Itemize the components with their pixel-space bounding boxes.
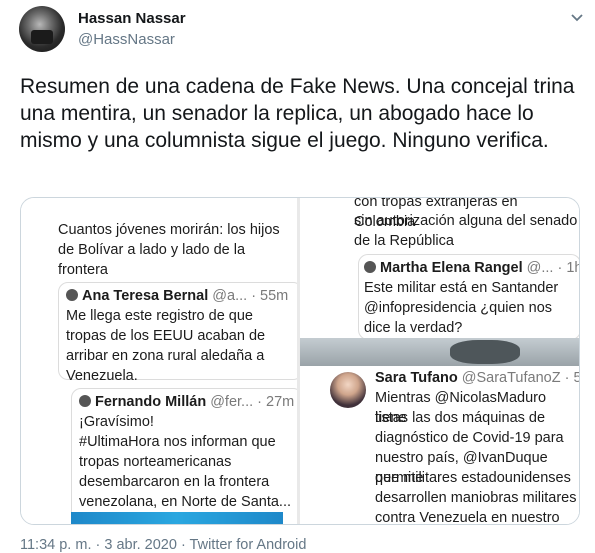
avatar[interactable] [19, 6, 65, 52]
screenshot-sara-tufano: Sara Tufano @SaraTufanoZ · 5m Mientras @… [310, 366, 579, 525]
quote-line: @infopresidencia ¿quien nos [364, 300, 553, 316]
quote-line: tropas de los EEUU acaban de [66, 328, 266, 344]
embedded-photo-detail [450, 340, 520, 364]
quote-line: diagnóstico de Covid-19 para [375, 430, 564, 446]
quote-author-name: Martha Elena Rangel [380, 260, 523, 276]
quote-line: Este militar está en Santander [364, 280, 559, 296]
avatar [330, 372, 366, 408]
avatar [364, 261, 376, 273]
ss-left-line2: de Bolívar a lado y lado de la [58, 242, 246, 258]
media-image-left[interactable]: Cuantos jóvenes morirán: los hijos de Bo… [21, 198, 303, 524]
quote-line: ¡Gravísimo! [79, 414, 154, 430]
tweet-timestamp: 11:34 p. m. · 3 abr. 2020 · Twitter for … [20, 537, 306, 553]
ss-left-line1: Cuantos jóvenes morirán: los hijos [58, 222, 280, 238]
quote-line: listas las dos máquinas de [375, 410, 546, 426]
quote-meta: @... · 1h [526, 260, 580, 276]
quote-line: Venezuela. [66, 368, 138, 384]
quote-line: desarrollen maniobras militares [375, 490, 577, 506]
quote-line: contra Venezuela en nuestro [375, 510, 560, 525]
author-handle[interactable]: @HassNassar [78, 31, 175, 48]
quote-line: tropas norteamericanas [79, 454, 232, 470]
quote-author-name: Fernando Millán [95, 394, 207, 410]
tweet-time[interactable]: 11:34 p. m. · 3 abr. 2020 · [20, 537, 190, 553]
quote-line: venezolana, en Norte de Santa... [79, 494, 292, 510]
ss-left-line3: frontera [58, 262, 108, 278]
ss-right-line2: sin autorización alguna del senado [354, 213, 578, 229]
avatar [66, 289, 78, 301]
quote-meta: @a... · 55m [212, 288, 289, 304]
quote-author-name: Sara Tufano [375, 370, 458, 386]
quote-line: desembarcaron en la frontera [79, 474, 270, 490]
quote-line: dice la verdad? [364, 320, 463, 336]
avatar [79, 395, 91, 407]
ss-right-line3: de la República [354, 233, 454, 249]
quote-line: que militares estadounidenses [375, 470, 571, 486]
quote-line: #UltimaHora nos informan que [79, 434, 276, 450]
quote-meta: @fer... · 27m [210, 394, 295, 410]
quote-meta: @SaraTufanoZ · 5m [461, 370, 579, 386]
embedded-image-strip [71, 512, 283, 524]
author-display-name[interactable]: Hassan Nassar [78, 10, 186, 27]
quote-author-name: Ana Teresa Bernal [82, 288, 209, 304]
tweet-text: Resumen de una cadena de Fake News. Una … [20, 75, 575, 152]
embedded-photo [300, 338, 579, 366]
chevron-down-icon[interactable] [570, 13, 584, 23]
quote-line: Me llega este registro de que [66, 308, 253, 324]
media-image-right[interactable]: con tropas extranjeras en Colombia sin a… [300, 198, 580, 525]
tweet-media[interactable]: Cuantos jóvenes morirán: los hijos de Bo… [20, 197, 580, 525]
quote-line: arribar en zona rural aledaña a [66, 348, 265, 364]
tweet-source-link[interactable]: Twitter for Android [190, 537, 307, 553]
